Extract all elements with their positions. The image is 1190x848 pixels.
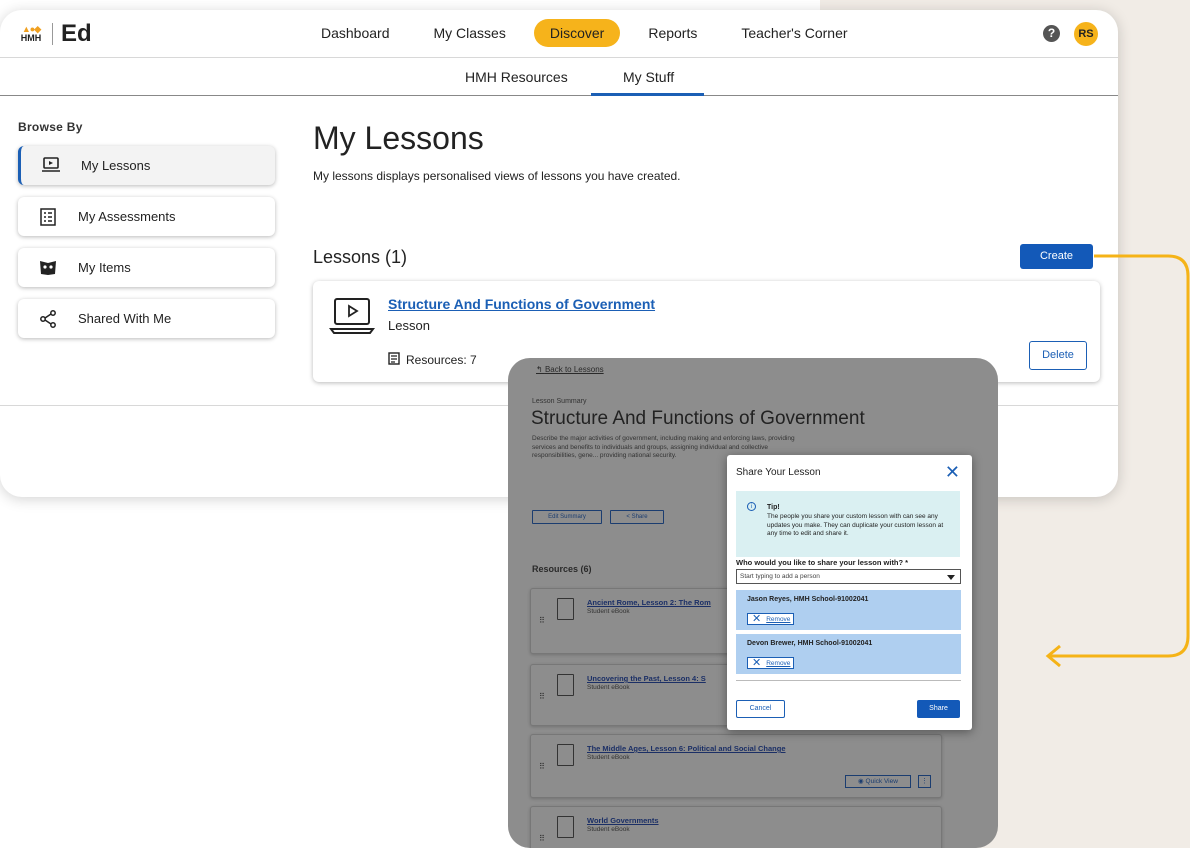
checklist-icon	[18, 207, 78, 226]
book-icon	[557, 674, 574, 696]
sidebar-item-my-items[interactable]: My Items	[18, 248, 275, 287]
edit-summary-button[interactable]: Edit Summary	[532, 510, 602, 524]
share-button-label: Share	[631, 514, 648, 520]
book-icon	[557, 744, 574, 766]
logo-text: HMH	[20, 33, 42, 43]
chevron-down-icon[interactable]	[947, 575, 955, 580]
quick-view-button[interactable]: ◉ Quick View	[845, 775, 911, 788]
close-icon: ✕	[752, 613, 762, 625]
remove-label: Remove	[766, 615, 791, 623]
dialog-title: Share Your Lesson	[736, 467, 821, 478]
resource-link[interactable]: World Governments	[587, 816, 659, 825]
more-options-icon[interactable]: ⋮	[918, 775, 931, 788]
summary-label: Lesson Summary	[532, 398, 587, 405]
book-icon	[557, 816, 574, 838]
tip-box: i Tip! The people you share your custom …	[736, 491, 960, 557]
nav-discover[interactable]: Discover	[533, 19, 621, 47]
quick-view-label: Quick View	[865, 778, 898, 785]
input-placeholder: Start typing to add a person	[740, 573, 820, 580]
close-icon: ✕	[752, 657, 762, 669]
resource-type: Student eBook	[587, 826, 630, 833]
share-with-label: Who would you like to share your lesson …	[736, 558, 909, 567]
drag-handle-icon[interactable]: ⠿	[539, 834, 545, 843]
resources-icon	[388, 352, 400, 368]
sidebar-item-label: Shared With Me	[78, 311, 172, 326]
dialog-divider	[736, 680, 961, 681]
sidebar-heading: Browse By	[18, 120, 83, 134]
resource-card: ⠿ The Middle Ages, Lesson 6: Political a…	[530, 734, 942, 798]
page-title: My Lessons	[313, 120, 484, 156]
drag-handle-icon[interactable]: ⠿	[539, 762, 545, 771]
resource-link[interactable]: Uncovering the Past, Lesson 4: S	[587, 674, 706, 683]
lessons-heading: Lessons (1)	[313, 247, 408, 267]
items-icon	[18, 259, 78, 277]
drag-handle-icon[interactable]: ⠿	[539, 692, 545, 701]
lesson-title-link[interactable]: Structure And Functions of Government	[388, 296, 655, 312]
page-description: My lessons displays personalised views o…	[313, 169, 681, 183]
lesson-type: Lesson	[388, 318, 430, 333]
nav-dashboard[interactable]: Dashboard	[305, 19, 406, 47]
nav-teachers-corner[interactable]: Teacher's Corner	[725, 19, 863, 47]
app-name: Ed	[61, 20, 92, 47]
resource-card: ⠿ World Governments Student eBook	[530, 806, 942, 848]
info-icon: i	[747, 502, 756, 511]
nav-my-classes[interactable]: My Classes	[418, 19, 522, 47]
help-icon[interactable]: ?	[1043, 25, 1060, 42]
hmh-logo: ▲●◆ HMH	[20, 24, 42, 43]
sidebar-item-label: My Lessons	[81, 158, 151, 173]
tip-text: The people you share your custom lesson …	[767, 513, 944, 538]
person-name: Jason Reyes, HMH School-91002041	[747, 596, 869, 603]
sidebar-item-my-lessons[interactable]: My Lessons	[18, 146, 275, 185]
share-submit-button[interactable]: Share	[917, 700, 960, 718]
main-content: My Lessons My lessons displays personali…	[313, 120, 1103, 382]
lesson-resources: Resources: 7	[388, 352, 477, 368]
resource-link[interactable]: Ancient Rome, Lesson 2: The Rom	[587, 598, 711, 607]
tab-hmh-resources[interactable]: HMH Resources	[465, 69, 568, 85]
share-icon	[18, 309, 78, 328]
remove-label: Remove	[766, 659, 791, 667]
shared-person: Jason Reyes, HMH School-91002041 ✕ Remove	[736, 590, 961, 630]
avatar[interactable]: RS	[1074, 22, 1098, 46]
top-navigation-bar: ▲●◆ HMH Ed Dashboard My Classes Discover …	[0, 10, 1118, 58]
person-search-input[interactable]: Start typing to add a person	[736, 569, 961, 584]
back-link-label: Back to Lessons	[544, 365, 604, 374]
sidebar: Browse By My Lessons My Assessments My I…	[18, 120, 275, 350]
close-icon[interactable]: ✕	[945, 462, 960, 483]
app-logo[interactable]: ▲●◆ HMH Ed	[18, 20, 92, 48]
person-name: Devon Brewer, HMH School-91002041	[747, 640, 873, 647]
remove-button[interactable]: ✕ Remove	[747, 657, 794, 669]
drag-handle-icon[interactable]: ⠿	[539, 616, 545, 625]
tip-heading: Tip!	[767, 504, 780, 511]
remove-button[interactable]: ✕ Remove	[747, 613, 794, 625]
share-lesson-dialog: Share Your Lesson ✕ i Tip! The people yo…	[727, 455, 972, 730]
main-nav: Dashboard My Classes Discover Reports Te…	[305, 19, 876, 47]
laptop-icon	[21, 156, 81, 175]
active-tab-indicator	[591, 93, 704, 96]
summary-title: Structure And Functions of Government	[531, 408, 865, 429]
share-button[interactable]: < Share	[610, 510, 664, 524]
sidebar-item-label: My Items	[78, 260, 131, 275]
logo-divider	[52, 23, 53, 45]
cancel-button[interactable]: Cancel	[736, 700, 785, 718]
tab-my-stuff[interactable]: My Stuff	[623, 69, 674, 85]
shared-person: Devon Brewer, HMH School-91002041 ✕ Remov…	[736, 634, 961, 674]
sub-navigation: HMH Resources My Stuff	[0, 58, 1118, 96]
resource-type: Student eBook	[587, 608, 630, 615]
sidebar-item-label: My Assessments	[78, 209, 176, 224]
back-to-lessons-link[interactable]: ↰ Back to Lessons	[536, 365, 604, 374]
lesson-laptop-icon	[329, 295, 375, 342]
sidebar-item-shared-with-me[interactable]: Shared With Me	[18, 299, 275, 338]
resources-heading: Resources (6)	[532, 564, 592, 574]
resource-type: Student eBook	[587, 754, 630, 761]
connector-arrow	[1045, 254, 1190, 668]
resource-type: Student eBook	[587, 684, 630, 691]
nav-reports[interactable]: Reports	[632, 19, 713, 47]
resources-count: Resources: 7	[406, 353, 477, 367]
sidebar-item-my-assessments[interactable]: My Assessments	[18, 197, 275, 236]
eye-icon: ◉	[858, 778, 866, 785]
resource-link[interactable]: The Middle Ages, Lesson 6: Political and…	[587, 744, 786, 753]
book-icon	[557, 598, 574, 620]
